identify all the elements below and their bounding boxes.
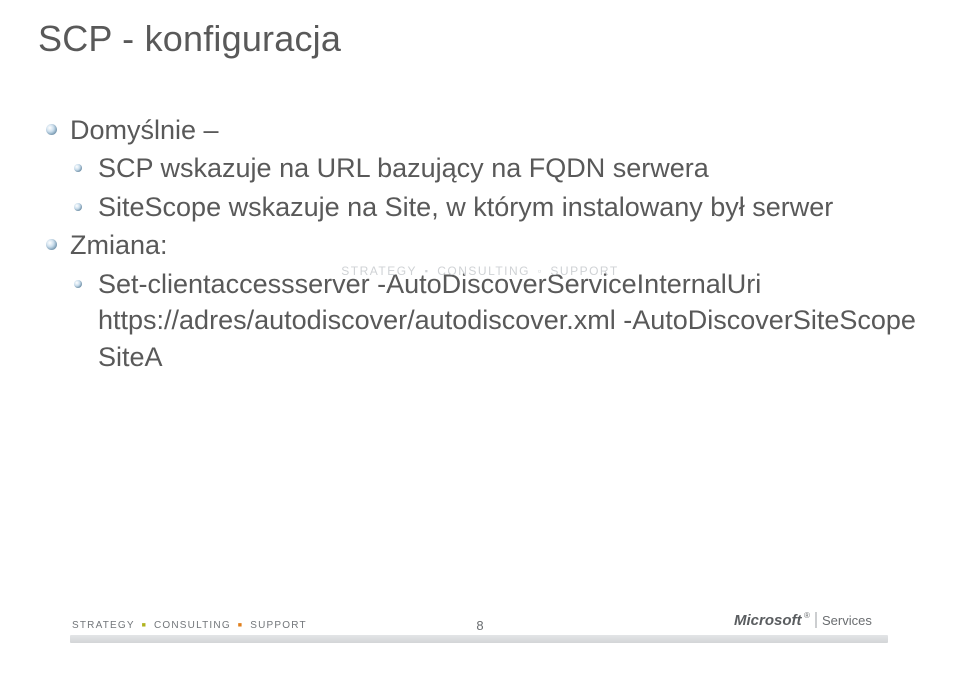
svg-text:Services: Services [822,613,872,628]
bullet-change: Zmiana: [42,227,920,263]
subbullet-cmdlet: Set-clientaccessserver -AutoDiscoverServ… [42,266,920,375]
slide-title: SCP - konfiguracja [38,18,920,60]
slide: SCP - konfiguracja Domyślnie – SCP wskaz… [0,0,960,679]
footer-divider-bar [70,635,888,643]
subbullet-sitescope: SiteScope wskazuje na Site, w którym ins… [42,189,920,225]
slide-content: Domyślnie – SCP wskazuje na URL bazujący… [38,112,920,375]
svg-text:Microsoft: Microsoft [734,612,803,629]
svg-text:®: ® [804,611,810,620]
subbullet-scp-url: SCP wskazuje na URL bazujący na FQDN ser… [42,150,920,186]
microsoft-services-logo: Microsoft ® Services [734,610,884,632]
slide-footer: STRATEGY ■ CONSULTING ■ SUPPORT 8 Micros… [0,599,960,643]
bullet-default: Domyślnie – [42,112,920,148]
